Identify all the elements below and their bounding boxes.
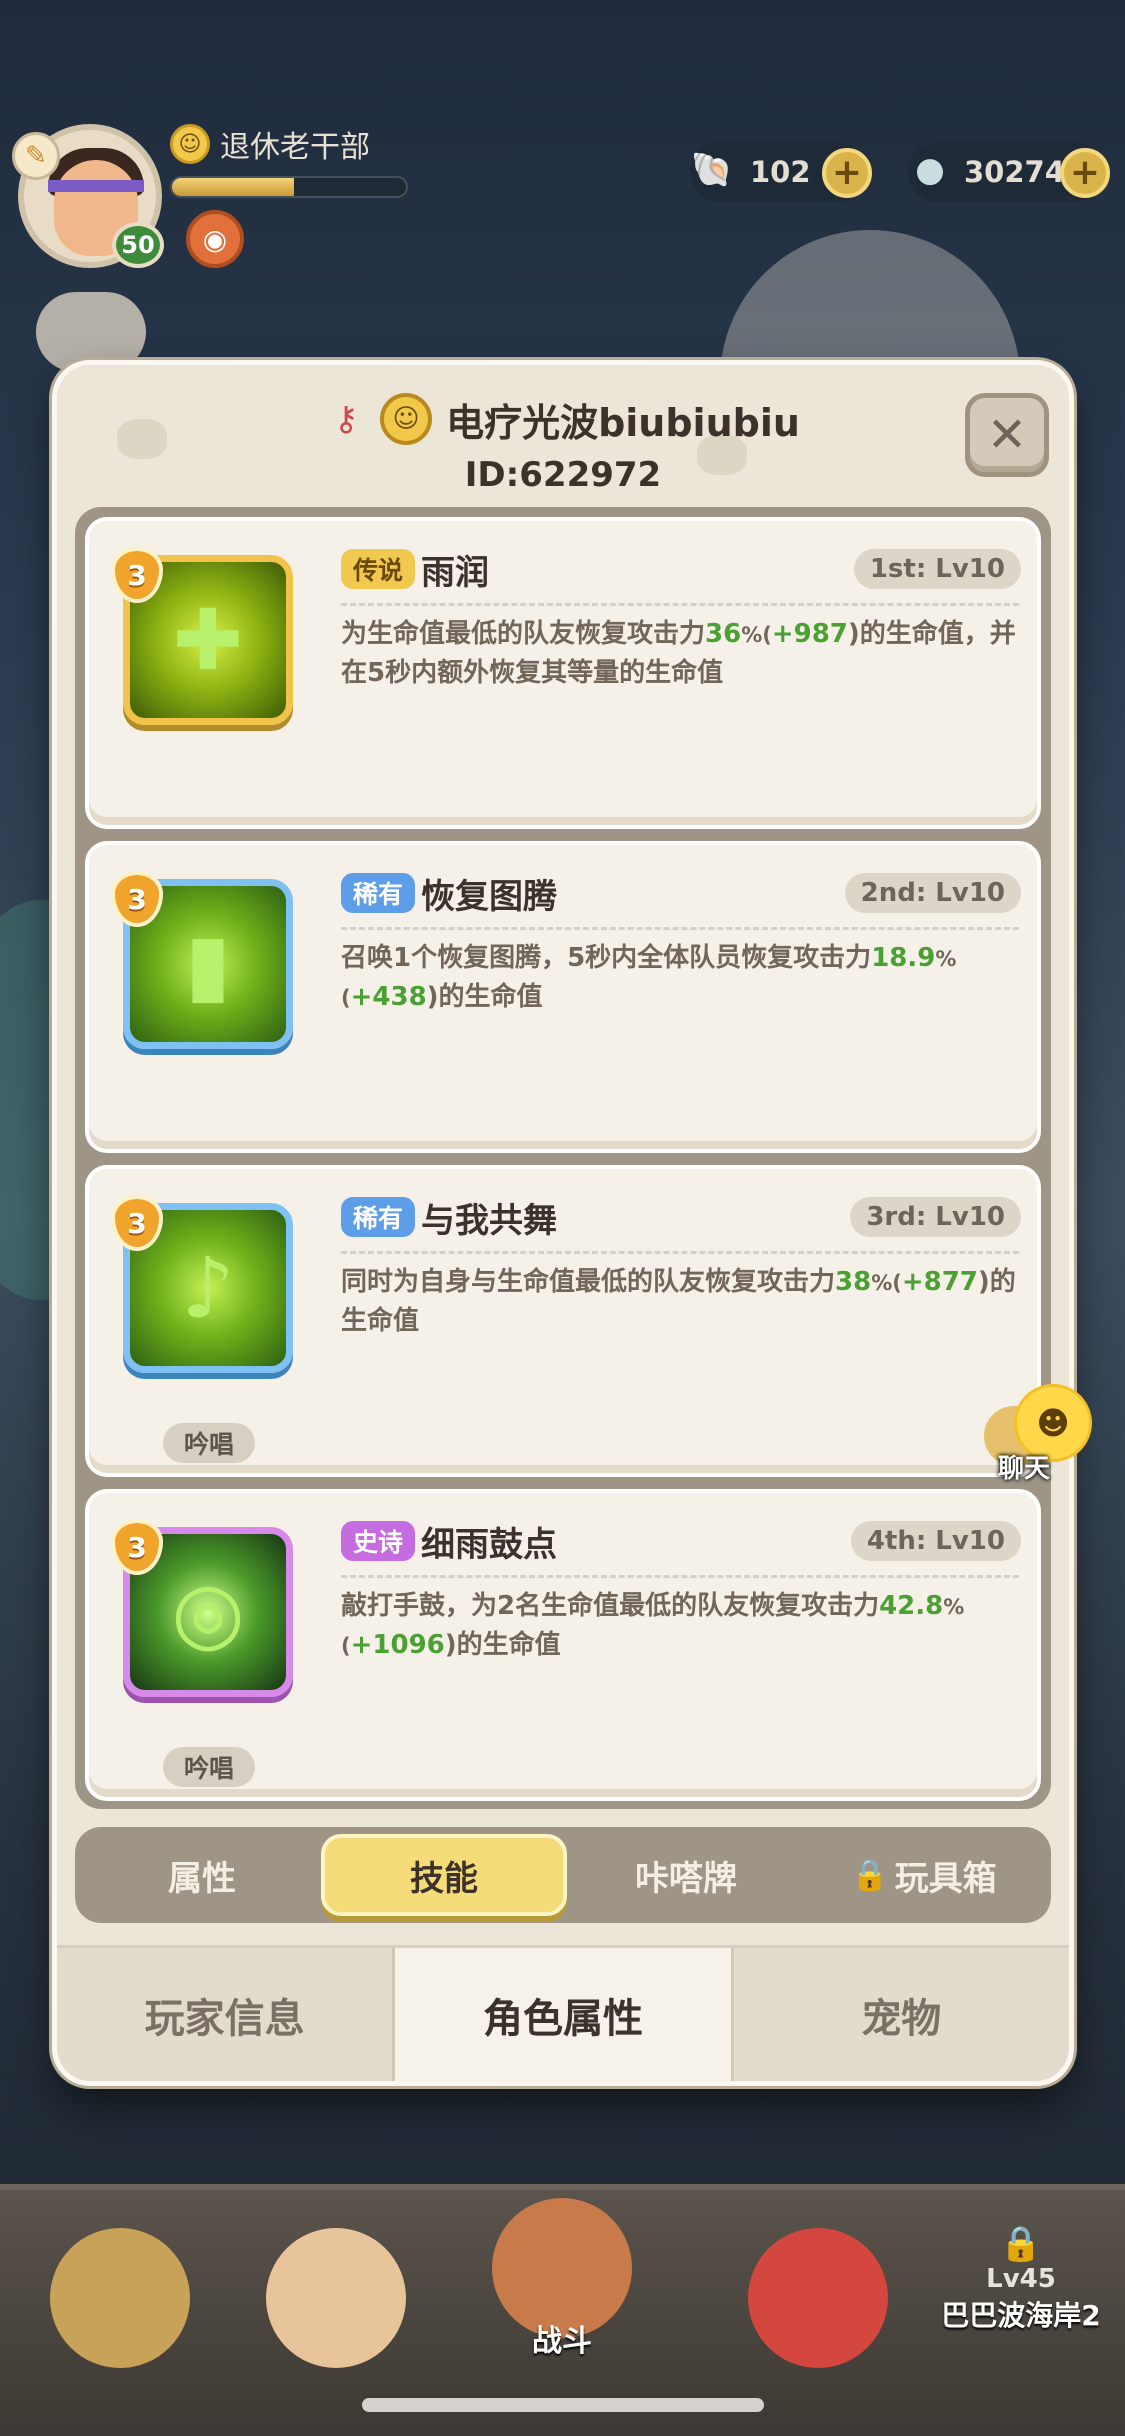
chat-label: 聊天	[998, 1454, 1051, 1484]
shell-icon: 🐚	[690, 150, 734, 190]
close-button[interactable]: ✕	[965, 393, 1049, 477]
skill-description: 同时为自身与生命值最低的队友恢复攻击力38%(+877)的生命值	[341, 1267, 1016, 1336]
locked-place: 巴巴波海岸2	[941, 2299, 1101, 2332]
xp-bar	[170, 176, 408, 198]
pearl-currency: ● 30274 +	[908, 142, 1110, 202]
rarity-badge: 稀有	[341, 873, 416, 913]
skill-list[interactable]: ✚ 3 传说 雨润 1st: Lv10 为生命值最低的队友恢复攻击力36%(+9…	[75, 507, 1051, 1809]
nav-character-1[interactable]	[20, 2210, 220, 2410]
tab-toybox[interactable]: 🔒 玩具箱	[805, 1834, 1043, 1916]
donut-icon[interactable]: ◉	[186, 210, 244, 268]
skill-card[interactable]: ◎ 3 吟唱 史诗 细雨鼓点 4th: Lv10 敲打手鼓，为2名生命值最低的队…	[85, 1489, 1041, 1801]
add-pearl-button[interactable]: +	[1060, 148, 1110, 198]
pet-avatar	[748, 2228, 888, 2368]
profile-name: 电疗光波biubiubiu	[446, 400, 800, 445]
skill-rank: 1st: Lv10	[853, 549, 1021, 589]
player-name: 退休老干部	[220, 130, 370, 165]
nav-character-2[interactable]	[236, 2210, 436, 2410]
rarity-badge: 传说	[341, 549, 416, 589]
smiley-icon: ☺	[380, 393, 433, 445]
chant-tag: 吟唱	[163, 1423, 255, 1463]
lock-icon: 🔒	[851, 1857, 889, 1893]
home-indicator[interactable]	[362, 2398, 764, 2412]
skill-card[interactable]: ▮ 3 稀有 恢复图腾 2nd: Lv10 召唤1个恢复图腾，5秒内全体队员恢复…	[85, 841, 1041, 1153]
tab-attributes[interactable]: 属性	[83, 1834, 321, 1916]
skill-card[interactable]: ✚ 3 传说 雨润 1st: Lv10 为生命值最低的队友恢复攻击力36%(+9…	[85, 517, 1041, 829]
chant-tag: 吟唱	[163, 1747, 255, 1787]
nav-battle[interactable]: 战斗	[462, 2190, 662, 2390]
locked-area[interactable]: 🔒 Lv45 巴巴波海岸2	[926, 2224, 1116, 2334]
skill-description: 为生命值最低的队友恢复攻击力36%(+987)的生命值，并在5秒内额外恢复其等量…	[341, 619, 1016, 688]
skill-description: 敲打手鼓，为2名生命值最低的队友恢复攻击力42.8%(+1096)的生命值	[341, 1591, 965, 1660]
lock-icon: 🔒	[999, 2224, 1043, 2264]
skill-rank: 4th: Lv10	[850, 1521, 1021, 1561]
tab-toybox-label: 玩具箱	[894, 1858, 997, 1899]
smiley-icon: ☺	[170, 124, 210, 164]
shell-currency: 🐚 102 +	[690, 142, 872, 202]
battle-label: 战斗	[532, 2324, 592, 2359]
skill-name: 与我共舞	[421, 1201, 557, 1241]
character-avatar	[50, 2228, 190, 2368]
character-avatar	[266, 2228, 406, 2368]
edit-icon[interactable]: ✎	[12, 132, 60, 180]
skill-name: 细雨鼓点	[421, 1525, 557, 1565]
add-shell-button[interactable]: +	[822, 148, 872, 198]
profile-id: ID:622972	[464, 455, 662, 495]
tab-character-attributes[interactable]: 角色属性	[395, 1948, 734, 2081]
shell-count: 102	[750, 155, 811, 189]
key-icon: ⚷	[333, 399, 359, 439]
skill-name: 恢复图腾	[421, 877, 557, 917]
rarity-badge: 史诗	[341, 1521, 416, 1561]
chat-button[interactable]: ☻ 聊天	[982, 1380, 1102, 1490]
close-icon: ✕	[986, 407, 1028, 463]
sub-tab-bar: 属性 技能 咔嗒牌 🔒 玩具箱	[75, 1827, 1051, 1923]
skill-name: 雨润	[421, 553, 489, 593]
tab-click-cards[interactable]: 咔嗒牌	[567, 1834, 805, 1916]
pearl-icon: ●	[915, 150, 945, 190]
skill-description: 召唤1个恢复图腾，5秒内全体队员恢复攻击力18.9%(+438)的生命值	[341, 943, 957, 1012]
nav-pet[interactable]	[718, 2210, 918, 2410]
skill-rank: 2nd: Lv10	[844, 873, 1021, 913]
locked-level: Lv45	[986, 2264, 1056, 2294]
tab-player-info[interactable]: 玩家信息	[57, 1948, 396, 2081]
player-info-modal: ⚷ ☺ 电疗光波biubiubiu ID:622972 ✕ ✚ 3 传说 雨润 …	[52, 360, 1074, 2086]
rarity-badge: 稀有	[341, 1197, 416, 1237]
main-tab-bar: 玩家信息 角色属性 宠物	[57, 1945, 1069, 2081]
tab-pets[interactable]: 宠物	[733, 1948, 1069, 2081]
skill-card[interactable]: ♪ 3 吟唱 稀有 与我共舞 3rd: Lv10 同时为自身与生命值最低的队友恢…	[85, 1165, 1041, 1477]
skill-rank: 3rd: Lv10	[850, 1197, 1021, 1237]
player-level-badge: 50	[112, 222, 164, 268]
pearl-count: 30274	[964, 155, 1065, 189]
tab-skills[interactable]: 技能	[321, 1834, 567, 1916]
